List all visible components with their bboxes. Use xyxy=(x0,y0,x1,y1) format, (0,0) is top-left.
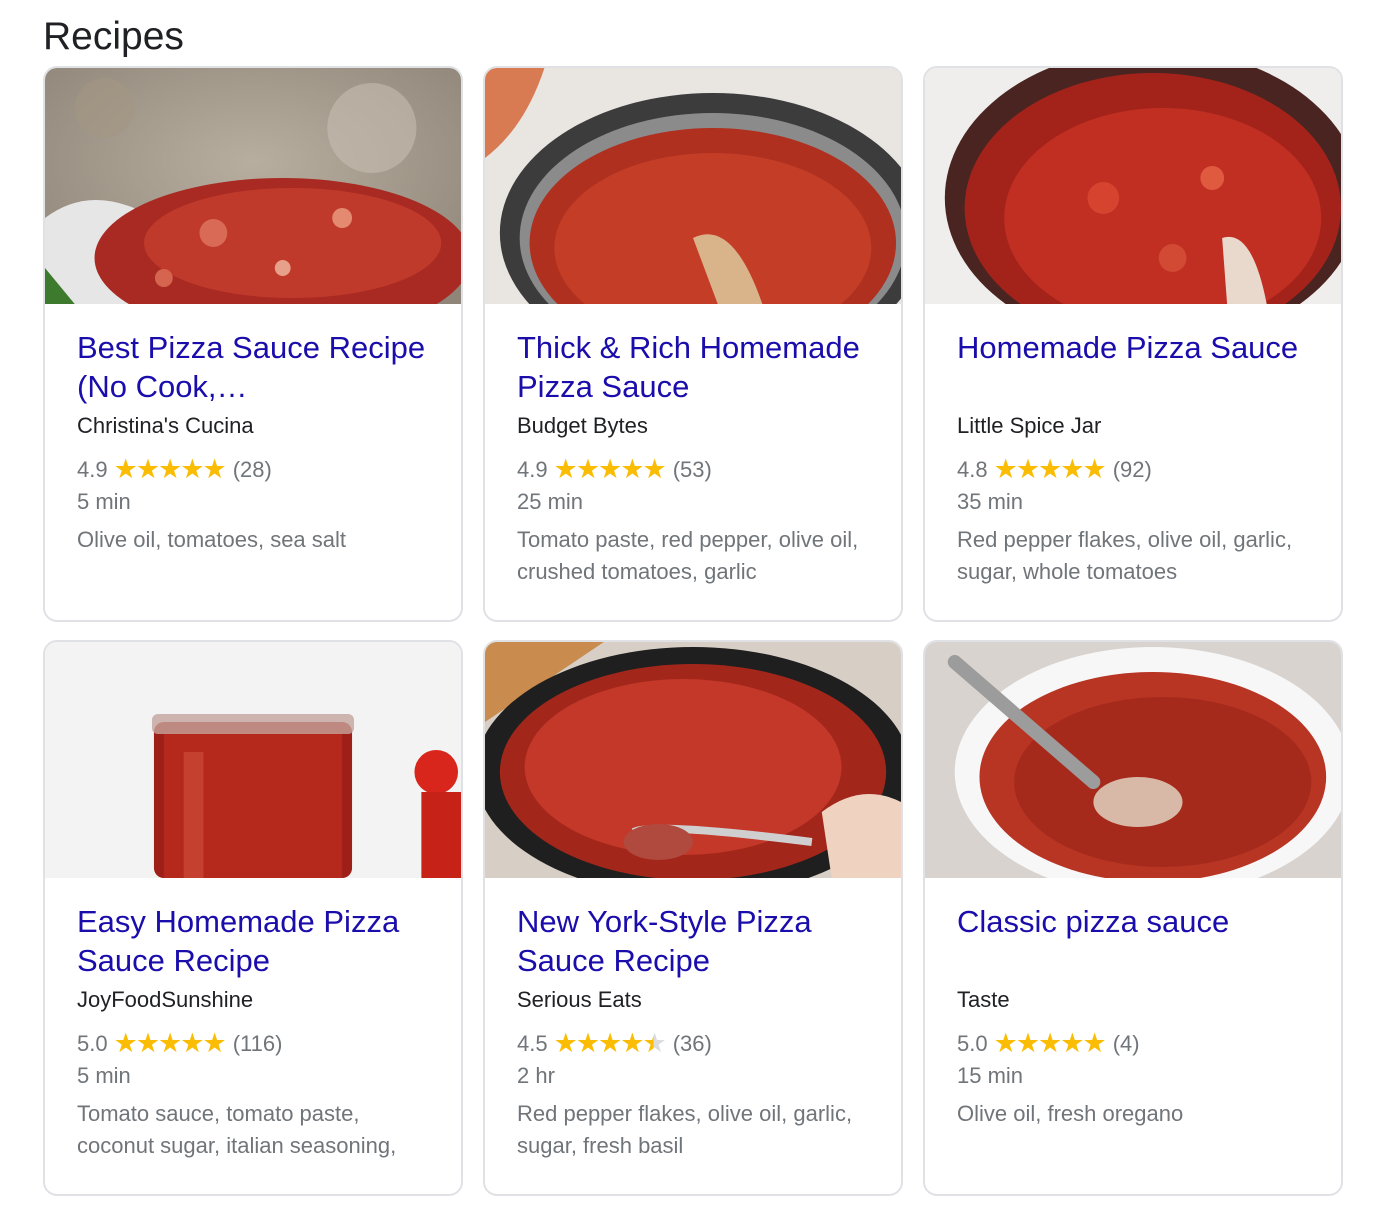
recipe-title-link[interactable]: Classic pizza sauce xyxy=(957,902,1321,982)
review-count: (28) xyxy=(232,457,272,482)
review-count: (4) xyxy=(1112,1031,1140,1056)
recipe-card[interactable]: Easy Homemade Pizza Sauce Recipe JoyFood… xyxy=(43,640,463,1196)
star-icon: ★ xyxy=(620,1028,644,1058)
rating-row: 4.5 ★ ★ ★ ★ ★ (36) xyxy=(517,1028,881,1060)
star-icon: ★ xyxy=(1038,454,1062,484)
ingredients: Tomato paste, red pepper, olive oil, cru… xyxy=(517,527,859,584)
star-icon: ★ xyxy=(202,454,226,484)
star-icon: ★ xyxy=(180,1028,204,1058)
recipe-card[interactable]: Thick & Rich Homemade Pizza Sauce Budget… xyxy=(483,66,903,622)
star-icon: ★ xyxy=(575,454,600,484)
star-icon: ★ xyxy=(158,454,182,484)
rating-value: 5.0 xyxy=(77,1031,108,1056)
recipe-image[interactable] xyxy=(925,642,1341,878)
recipe-source: Christina's Cucina xyxy=(77,413,254,438)
star-half-icon: ★ xyxy=(642,1028,666,1058)
recipe-source: Serious Eats xyxy=(517,987,642,1012)
rating-row: 4.9 ★ ★ ★ ★ ★ (28) xyxy=(77,454,441,486)
star-icon: ★ xyxy=(620,454,644,484)
ingredients: Red pepper flakes, olive oil, garlic, su… xyxy=(517,1101,853,1158)
rating-row: 5.0 ★ ★ ★ ★ ★ (116) xyxy=(77,1028,441,1060)
recipe-title-link[interactable]: Homemade Pizza Sauce xyxy=(957,328,1321,408)
cook-time: 2 hr xyxy=(517,1063,555,1088)
recipe-image[interactable] xyxy=(45,68,461,304)
review-count: (36) xyxy=(672,1031,712,1056)
star-rating: ★ ★ ★ ★ ★ xyxy=(993,454,1107,484)
star-rating: ★ ★ ★ ★ ★ xyxy=(113,1028,227,1058)
recipe-card[interactable]: Best Pizza Sauce Recipe (No Cook,… Chris… xyxy=(43,66,463,622)
cook-time: 15 min xyxy=(957,1063,1024,1088)
recipe-source: Taste xyxy=(957,987,1010,1012)
review-count: (53) xyxy=(672,457,712,482)
rating-row: 5.0 ★ ★ ★ ★ ★ (4) xyxy=(957,1028,1321,1060)
star-icon: ★ xyxy=(180,454,204,484)
star-icon: ★ xyxy=(158,1028,182,1058)
cook-time: 5 min xyxy=(77,489,131,514)
rating-value: 4.9 xyxy=(77,457,108,482)
star-icon: ★ xyxy=(1015,1028,1040,1058)
recipe-image[interactable] xyxy=(485,68,901,304)
star-icon: ★ xyxy=(1038,1028,1062,1058)
review-count: (116) xyxy=(232,1031,283,1056)
star-icon: ★ xyxy=(1082,1028,1106,1058)
recipe-card[interactable]: Classic pizza sauce Taste 5.0 ★ ★ ★ ★ ★ (4) … xyxy=(923,640,1343,1196)
star-icon: ★ xyxy=(1060,1028,1084,1058)
review-count: (92) xyxy=(1112,457,1152,482)
star-icon: ★ xyxy=(553,1028,578,1058)
star-icon: ★ xyxy=(1015,454,1040,484)
cook-time: 25 min xyxy=(517,489,584,514)
ingredients: Olive oil, fresh oregano xyxy=(957,1101,1184,1126)
section-heading: Recipes xyxy=(43,15,184,58)
star-icon: ★ xyxy=(135,1028,160,1058)
ingredients: Tomato sauce, tomato paste, coconut suga… xyxy=(77,1101,397,1158)
recipe-image[interactable] xyxy=(45,642,461,878)
recipe-card[interactable]: New York-Style Pizza Sauce Recipe Seriou… xyxy=(483,640,903,1196)
star-icon: ★ xyxy=(642,454,666,484)
rating-row: 4.8 ★ ★ ★ ★ ★ (92) xyxy=(957,454,1321,486)
ingredients: Red pepper flakes, olive oil, garlic, su… xyxy=(957,527,1293,584)
recipe-image[interactable] xyxy=(485,642,901,878)
recipe-title-link[interactable]: Easy Homemade Pizza Sauce Recipe xyxy=(77,902,441,982)
recipe-source: Budget Bytes xyxy=(517,413,648,438)
star-icon: ★ xyxy=(113,1028,138,1058)
cook-time: 5 min xyxy=(77,1063,131,1088)
recipe-card[interactable]: Homemade Pizza Sauce Little Spice Jar 4.… xyxy=(923,66,1343,622)
ingredients: Olive oil, tomatoes, sea salt xyxy=(77,527,347,552)
recipe-title-link[interactable]: Best Pizza Sauce Recipe (No Cook,… xyxy=(77,328,441,408)
star-icon: ★ xyxy=(598,454,622,484)
cook-time: 35 min xyxy=(957,489,1024,514)
star-icon: ★ xyxy=(113,454,138,484)
recipe-image[interactable] xyxy=(925,68,1341,304)
star-icon: ★ xyxy=(135,454,160,484)
recipe-title-link[interactable]: Thick & Rich Homemade Pizza Sauce xyxy=(517,328,881,408)
rating-row: 4.9 ★ ★ ★ ★ ★ (53) xyxy=(517,454,881,486)
star-icon: ★ xyxy=(993,454,1018,484)
star-rating: ★ ★ ★ ★ ★ xyxy=(993,1028,1107,1058)
star-rating: ★ ★ ★ ★ ★ xyxy=(553,454,667,484)
rating-value: 4.9 xyxy=(517,457,548,482)
star-icon: ★ xyxy=(993,1028,1018,1058)
rating-value: 4.8 xyxy=(957,457,988,482)
recipe-source: JoyFoodSunshine xyxy=(77,987,254,1012)
recipe-title-link[interactable]: New York-Style Pizza Sauce Recipe xyxy=(517,902,881,982)
rating-value: 4.5 xyxy=(517,1031,548,1056)
star-rating: ★ ★ ★ ★ ★ xyxy=(113,454,227,484)
star-icon: ★ xyxy=(575,1028,600,1058)
star-icon: ★ xyxy=(1082,454,1106,484)
star-rating: ★ ★ ★ ★ ★ xyxy=(553,1028,667,1058)
rating-value: 5.0 xyxy=(957,1031,988,1056)
star-icon: ★ xyxy=(553,454,578,484)
star-icon: ★ xyxy=(598,1028,622,1058)
recipe-source: Little Spice Jar xyxy=(957,413,1102,438)
star-icon: ★ xyxy=(1060,454,1084,484)
star-icon: ★ xyxy=(202,1028,226,1058)
